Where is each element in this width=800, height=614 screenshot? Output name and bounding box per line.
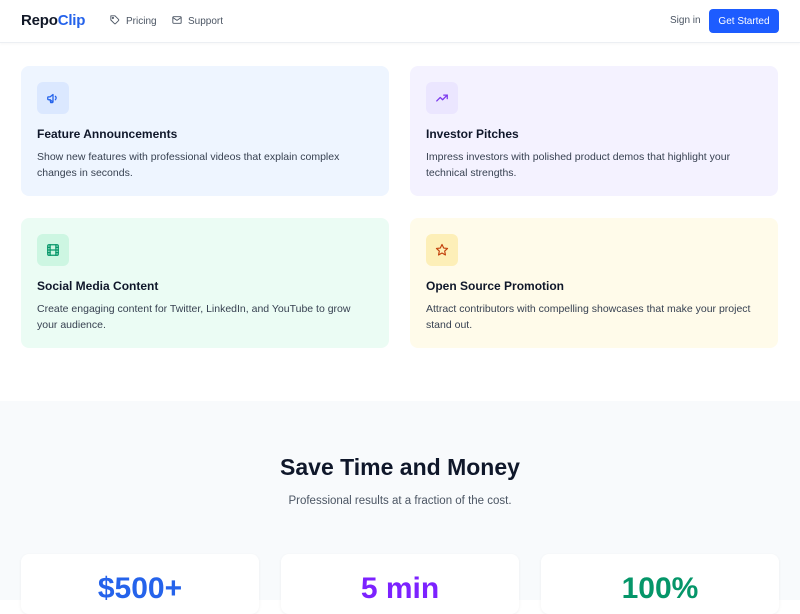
sign-in-link[interactable]: Sign in: [670, 15, 701, 26]
nav-link-support[interactable]: Support: [172, 15, 223, 28]
stat-value: 5 min: [360, 572, 440, 605]
card-description: Create engaging content for Twitter, Lin…: [37, 303, 351, 331]
use-case-card-open-source-promotion: Open Source Promotion Attract contributo…: [410, 218, 778, 348]
save-time-section: Save Time and Money Professional results…: [0, 401, 800, 614]
logo-text-repo: Repo: [21, 12, 58, 29]
logo-text-clip: Clip: [57, 12, 86, 29]
nav-link-label: Support: [188, 16, 224, 27]
card-title: Open Source Promotion: [426, 279, 565, 293]
mail-icon: [172, 15, 182, 28]
section-title: Save Time and Money: [280, 454, 520, 480]
stat-card-time: 5 min: [281, 554, 519, 614]
top-navbar: RepoClip Pricing Support Sign in Get Sta…: [0, 0, 800, 43]
trending-up-icon: [426, 82, 458, 114]
megaphone-icon: [37, 82, 69, 114]
nav-link-label: Pricing: [126, 16, 157, 27]
use-case-card-feature-announcements: Feature Announcements Show new features …: [21, 66, 389, 196]
card-title: Social Media Content: [37, 279, 159, 293]
card-description: Show new features with professional vide…: [37, 151, 340, 179]
card-description: Attract contributors with compelling sho…: [426, 303, 751, 331]
use-case-card-investor-pitches: Investor Pitches Impress investors with …: [410, 66, 778, 196]
stat-card-cost: $500+: [21, 554, 259, 614]
card-title: Feature Announcements: [37, 127, 178, 141]
stat-card-quality: 100%: [541, 554, 779, 614]
card-description: Impress investors with polished product …: [426, 151, 731, 179]
get-started-button[interactable]: Get Started: [709, 9, 779, 33]
tag-icon: [110, 15, 120, 28]
film-icon: [37, 234, 69, 266]
card-title: Investor Pitches: [426, 127, 519, 141]
star-icon: [426, 234, 458, 266]
section-subtitle: Professional results at a fraction of th…: [288, 495, 512, 507]
repoclip-logo[interactable]: RepoClip: [21, 12, 85, 29]
stat-value: 100%: [621, 572, 699, 605]
stat-value: $500+: [97, 572, 183, 605]
nav-link-pricing[interactable]: Pricing: [110, 15, 157, 28]
use-case-card-social-media-content: Social Media Content Create engaging con…: [21, 218, 389, 348]
